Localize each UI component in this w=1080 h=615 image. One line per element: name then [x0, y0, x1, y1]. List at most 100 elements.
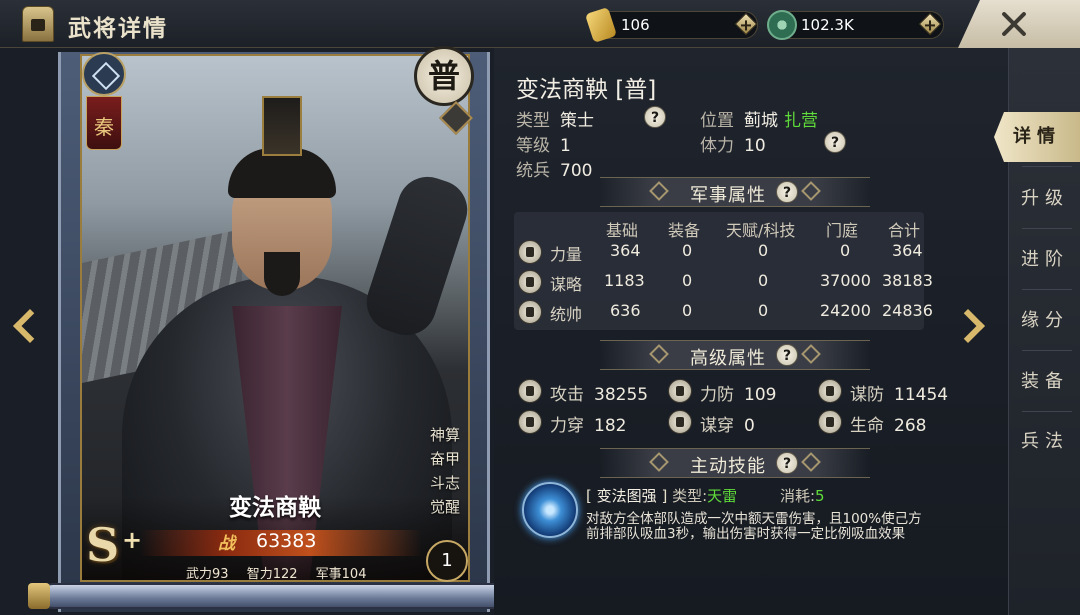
stat-label: 谋穿 — [700, 416, 734, 436]
help-icon[interactable]: ? — [644, 106, 666, 128]
stat-label: 力穿 — [550, 416, 584, 436]
troops-label: 统兵 — [516, 161, 550, 181]
help-icon[interactable]: ? — [776, 181, 798, 203]
add-gold-button[interactable] — [732, 10, 760, 38]
cell: 24836 — [882, 301, 933, 320]
plus-icon — [918, 12, 942, 36]
cell: 38183 — [882, 271, 933, 290]
skill-cost-value: 5 — [815, 487, 825, 505]
compass-icon — [82, 52, 126, 96]
cell: 364 — [892, 241, 923, 260]
position-label: 位置 — [700, 111, 734, 131]
cell: 364 — [610, 241, 641, 260]
chevron-left-icon — [13, 309, 47, 343]
talent-item[interactable]: 觉醒 — [430, 496, 470, 520]
skill-type-label: 类型: — [672, 487, 708, 505]
column-header: 基础 — [606, 221, 639, 240]
help-icon[interactable]: ? — [776, 452, 798, 474]
talent-item[interactable]: 神算 — [430, 424, 470, 448]
tab-divider — [1022, 228, 1072, 229]
tab-upgrade[interactable]: 升级 — [1010, 174, 1080, 224]
skill-section-title: 主动技能 — [690, 456, 766, 477]
tab-divider — [1022, 166, 1072, 167]
cell: 0 — [840, 241, 851, 260]
skill-name[interactable]: 变法图强 — [597, 487, 657, 505]
level-row: 等级 1 — [516, 131, 571, 156]
type-value: 策士 — [560, 111, 594, 131]
tab-tactics[interactable]: 兵法 — [1010, 417, 1080, 467]
help-icon[interactable]: ? — [824, 131, 846, 153]
attack-stat: 攻击 38255 — [518, 379, 648, 405]
talent-item[interactable]: 奋甲 — [430, 448, 470, 472]
command-icon — [518, 300, 542, 324]
stat-label: 生命 — [850, 416, 884, 436]
force-stat: 武力93 — [186, 567, 229, 582]
tab-advance[interactable]: 进阶 — [1010, 235, 1080, 285]
troops-row: 统兵 700 — [516, 156, 592, 181]
talent-item[interactable]: 斗志 — [430, 472, 470, 496]
stat-value: 182 — [594, 416, 627, 436]
stat-value: 268 — [894, 416, 927, 436]
add-coin-button[interactable] — [916, 10, 944, 38]
stamina-value: 10 — [744, 136, 766, 156]
help-icon[interactable]: ? — [776, 344, 798, 366]
physical-defense-stat: 力防 109 — [668, 379, 777, 405]
type-label: 类型 — [516, 111, 550, 131]
cell: 0 — [682, 271, 693, 290]
military-stat: 军事104 — [315, 567, 367, 582]
row-label: 力量 — [550, 245, 583, 264]
stat-value: 0 — [744, 416, 755, 436]
stat-value: 109 — [744, 385, 777, 405]
base-stats: 武力93 智力122 军事104 — [186, 563, 380, 582]
cell: 0 — [758, 271, 769, 290]
diamond-icon — [801, 181, 821, 201]
column-header: 装备 — [668, 221, 701, 240]
prev-hero-button[interactable] — [10, 306, 47, 350]
copper-coin-icon — [767, 10, 797, 40]
tab-divider — [1022, 350, 1072, 351]
page-title: 武将详情 — [68, 16, 168, 42]
power-label: 战 — [218, 534, 235, 554]
tab-equipment[interactable]: 装备 — [1010, 357, 1080, 407]
tab-divider — [1022, 411, 1072, 412]
row-label: 统帅 — [550, 305, 583, 324]
column-header: 天赋/科技 — [726, 221, 796, 240]
tab-divider — [1022, 289, 1072, 290]
troops-value: 700 — [560, 161, 593, 181]
column-header: 合计 — [888, 221, 921, 240]
stat-label: 谋防 — [850, 385, 884, 405]
tab-details[interactable]: 详情 — [994, 112, 1080, 162]
flame-icon — [668, 410, 692, 434]
spear-icon — [518, 410, 542, 434]
diamond-icon — [649, 344, 669, 364]
physical-pierce-stat: 力穿 182 — [518, 410, 627, 436]
stamina-label: 体力 — [700, 136, 734, 156]
bracket-open: [ — [586, 487, 592, 505]
cell: 37000 — [820, 271, 871, 290]
coin-amount: 102.3K — [801, 16, 854, 34]
hero-arm — [358, 169, 468, 343]
hero-hat — [262, 96, 302, 156]
stamina-row: 体力 10 — [700, 131, 766, 156]
stat-value: 11454 — [894, 385, 949, 405]
gold-amount: 106 — [621, 16, 650, 34]
sword-icon — [518, 379, 542, 403]
lightning-skill-icon[interactable] — [522, 482, 578, 538]
diamond-icon — [649, 181, 669, 201]
advanced-title: 高级属性 — [690, 348, 766, 369]
power-value: 63383 — [256, 530, 317, 552]
strategy-defense-stat: 谋防 11454 — [818, 379, 949, 405]
strength-icon — [518, 240, 542, 264]
plus-icon — [734, 12, 758, 36]
position-row: 位置 蓟城 扎营 — [700, 106, 818, 131]
hero-name: 变法商鞅 — [229, 495, 321, 521]
cell: 0 — [682, 301, 693, 320]
diamond-icon — [801, 344, 821, 364]
grade-plus: + — [122, 526, 143, 554]
cell: 24200 — [820, 301, 871, 320]
talent-list: 神算 奋甲 斗志 觉醒 — [430, 424, 470, 520]
close-button[interactable] — [1000, 10, 1028, 38]
tab-fate[interactable]: 缘分 — [1010, 296, 1080, 346]
next-hero-button[interactable] — [951, 306, 990, 350]
cell: 636 — [610, 301, 641, 320]
